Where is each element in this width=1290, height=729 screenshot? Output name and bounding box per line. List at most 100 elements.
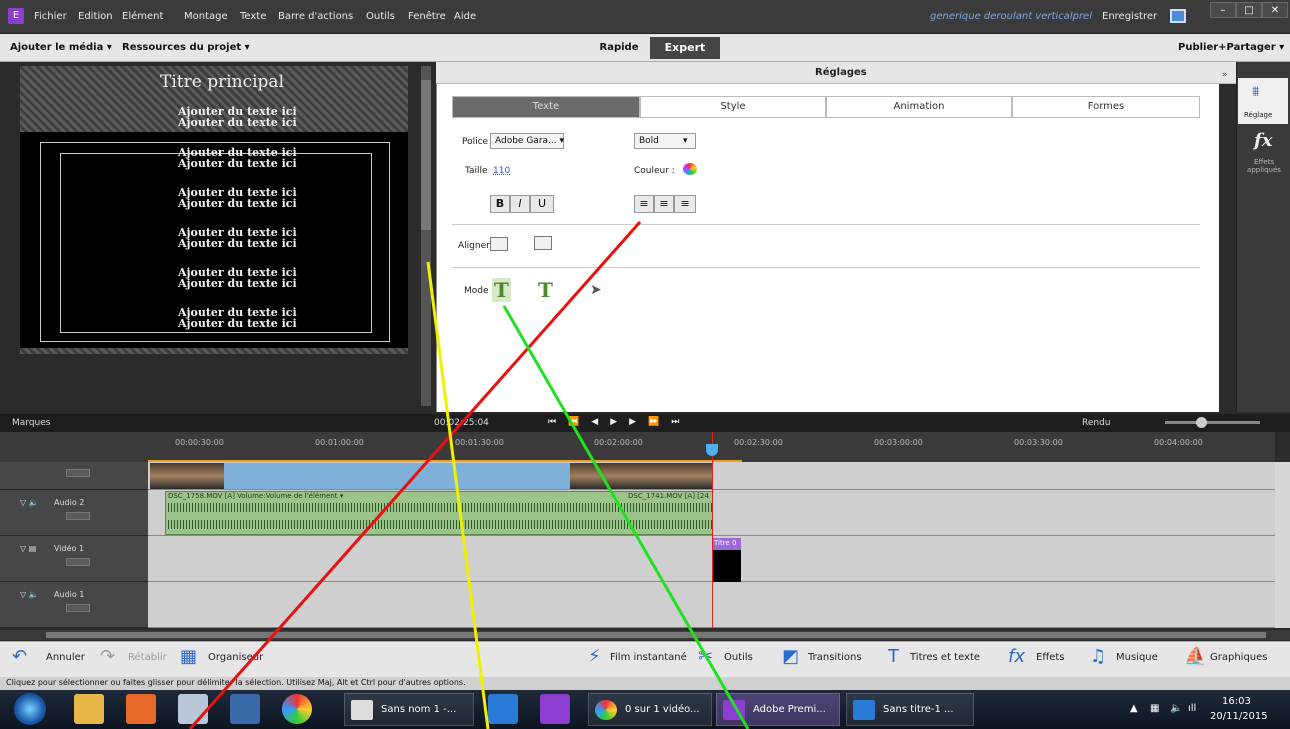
- premiere-elements-icon[interactable]: [540, 694, 570, 724]
- folder-icon[interactable]: [74, 694, 104, 724]
- vertical-text-icon[interactable]: T: [538, 278, 553, 302]
- clock-date[interactable]: 20/11/2015: [1210, 711, 1268, 722]
- organizer-button[interactable]: Organiseur: [208, 652, 263, 663]
- tab-texte[interactable]: Texte: [452, 96, 640, 118]
- font-weight-dropdown[interactable]: Bold ▾: [634, 133, 696, 149]
- redo-icon[interactable]: ↷: [100, 646, 115, 667]
- menu-montage[interactable]: Montage: [184, 11, 228, 22]
- fullscreen-icon[interactable]: [1170, 9, 1186, 23]
- expert-mode-button[interactable]: Expert: [650, 37, 720, 59]
- titles-button[interactable]: Titres et texte: [910, 652, 980, 663]
- taskbar-window[interactable]: 0 sur 1 vidéo...: [588, 693, 712, 726]
- menu-element[interactable]: Elément: [122, 11, 163, 22]
- add-media-button[interactable]: Ajouter le média ▾: [10, 42, 112, 53]
- calculator-icon[interactable]: [178, 694, 208, 724]
- effects-button[interactable]: Effets: [1036, 652, 1065, 663]
- align-center-icon[interactable]: ≡: [654, 195, 674, 213]
- size-value[interactable]: 110: [493, 166, 510, 176]
- track-toggle[interactable]: [66, 558, 90, 566]
- title-main-text[interactable]: Titre principal: [160, 72, 284, 92]
- project-resources-button[interactable]: Ressources du projet ▾: [122, 42, 250, 53]
- menu-aide[interactable]: Aide: [454, 11, 476, 22]
- undo-button[interactable]: Annuler: [46, 652, 85, 663]
- menu-outils[interactable]: Outils: [366, 11, 395, 22]
- music-icon[interactable]: ♫: [1090, 646, 1106, 667]
- transitions-icon[interactable]: ◩: [782, 646, 799, 667]
- rapide-mode-button[interactable]: Rapide: [592, 39, 646, 57]
- speaker-icon[interactable]: ▽ 🔈: [20, 498, 39, 507]
- book-icon[interactable]: [230, 694, 260, 724]
- taskbar-window[interactable]: Sans nom 1 -...: [344, 693, 474, 726]
- align-right-icon[interactable]: ≡: [674, 195, 696, 213]
- menu-fichier[interactable]: Fichier: [34, 11, 67, 22]
- redo-button[interactable]: Rétablir: [128, 652, 167, 663]
- publish-share-button[interactable]: Publier+Partager ▾: [1178, 42, 1284, 53]
- align-vertical-icon[interactable]: [534, 236, 552, 250]
- lightning-icon[interactable]: ⚡: [588, 646, 601, 667]
- picasa-icon[interactable]: [282, 694, 312, 724]
- signal-icon[interactable]: ıll: [1188, 703, 1196, 714]
- playhead-handle[interactable]: [706, 444, 718, 456]
- timeline-vertical-scrollbar[interactable]: [1275, 462, 1290, 628]
- timecode-display[interactable]: 00:02:25:04: [434, 418, 489, 428]
- start-button[interactable]: [14, 693, 46, 725]
- menu-texte[interactable]: Texte: [240, 11, 266, 22]
- volume-icon[interactable]: 🔈: [1170, 703, 1182, 714]
- title-text-line[interactable]: Ajouter du texte ici: [178, 158, 297, 169]
- title-text-line[interactable]: Ajouter du texte ici: [178, 198, 297, 209]
- render-button[interactable]: Rendu: [1082, 418, 1111, 428]
- tray-expand-icon[interactable]: ▲: [1130, 703, 1138, 714]
- taskbar-window-active[interactable]: Adobe Premi...: [716, 693, 840, 726]
- track-toggle[interactable]: [66, 512, 90, 520]
- title-text-line[interactable]: Ajouter du texte ici: [178, 278, 297, 289]
- fx-icon[interactable]: fx: [1254, 130, 1272, 151]
- align-left-icon[interactable]: ≡: [634, 195, 654, 213]
- clock-time[interactable]: 16:03: [1222, 696, 1251, 707]
- horizontal-text-icon[interactable]: T: [492, 278, 511, 302]
- organizer-icon[interactable]: ▦: [180, 646, 197, 667]
- save-button[interactable]: Enregistrer: [1102, 11, 1157, 22]
- zoom-slider-handle[interactable]: [1196, 417, 1207, 428]
- minimize-button[interactable]: –: [1210, 2, 1236, 18]
- bold-button[interactable]: B: [490, 195, 510, 213]
- speaker-icon[interactable]: ▽ 🔈: [20, 590, 39, 599]
- preview-scrollbar-thumb[interactable]: [421, 80, 431, 230]
- tab-style[interactable]: Style: [640, 96, 826, 118]
- title-text-line[interactable]: Ajouter du texte ici: [178, 318, 297, 329]
- font-dropdown[interactable]: Adobe Gara... ▾: [490, 133, 564, 149]
- close-button[interactable]: ✕: [1262, 2, 1288, 18]
- photoshop-elements-icon[interactable]: [488, 694, 518, 724]
- taskbar-window[interactable]: Sans titre-1 ...: [846, 693, 974, 726]
- menu-fenetre[interactable]: Fenêtre: [408, 11, 446, 22]
- instant-movie-button[interactable]: Film instantané: [610, 652, 687, 663]
- app-icon[interactable]: E: [8, 8, 24, 24]
- title-text-line[interactable]: Ajouter du texte ici: [178, 117, 297, 128]
- maximize-button[interactable]: □: [1236, 2, 1262, 18]
- film-icon[interactable]: ▽ ▤: [20, 544, 36, 553]
- tools-button[interactable]: Outils: [724, 652, 753, 663]
- menu-barre-actions[interactable]: Barre d'actions: [278, 11, 353, 22]
- marques-dropdown[interactable]: Marques: [12, 418, 50, 428]
- menu-edition[interactable]: Edition: [78, 11, 113, 22]
- network-icon[interactable]: ▦: [1150, 703, 1159, 714]
- tab-formes[interactable]: Formes: [1012, 96, 1200, 118]
- graphics-icon[interactable]: ⛵: [1184, 646, 1206, 667]
- tab-animation[interactable]: Animation: [826, 96, 1012, 118]
- media-player-icon[interactable]: [126, 694, 156, 724]
- italic-button[interactable]: I: [510, 195, 530, 213]
- underline-button[interactable]: U: [530, 195, 554, 213]
- titles-icon[interactable]: T: [888, 646, 899, 667]
- color-palette-icon[interactable]: [683, 163, 697, 175]
- effects-icon[interactable]: fx: [1008, 646, 1025, 667]
- track-toggle[interactable]: [66, 604, 90, 612]
- selection-arrow-icon[interactable]: ➤: [590, 282, 602, 298]
- music-button[interactable]: Musique: [1116, 652, 1158, 663]
- transport-controls[interactable]: ⏮⏪◀▶▶⏩⏭: [548, 417, 691, 427]
- graphics-button[interactable]: Graphiques: [1210, 652, 1268, 663]
- undo-icon[interactable]: ↶: [12, 646, 27, 667]
- title-text-line[interactable]: Ajouter du texte ici: [178, 238, 297, 249]
- transitions-button[interactable]: Transitions: [808, 652, 862, 663]
- zoom-slider[interactable]: [1165, 421, 1260, 424]
- timeline-scrollbar-thumb[interactable]: [46, 632, 1266, 638]
- track-toggle[interactable]: [66, 469, 90, 477]
